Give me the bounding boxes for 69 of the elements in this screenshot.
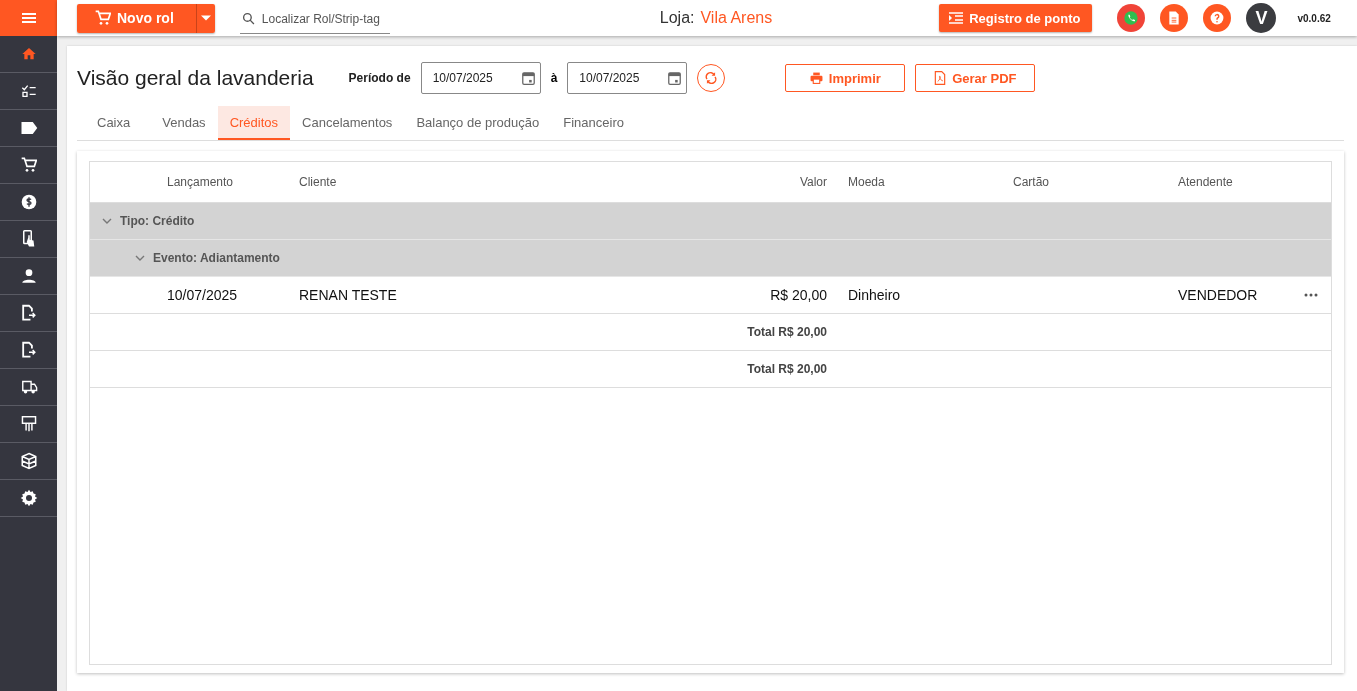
- whatsapp-button[interactable]: [1117, 4, 1146, 32]
- settings-icon: [19, 489, 38, 507]
- checklist-icon: [20, 83, 37, 99]
- column-header: Valor: [798, 175, 827, 189]
- table-cell-text: VENDEDOR: [1178, 287, 1259, 303]
- column-header: Cartão: [1013, 175, 1051, 189]
- group-row[interactable]: Tipo: Crédito: [90, 203, 1331, 240]
- printer-icon: [809, 72, 823, 84]
- dollar-icon: [20, 194, 37, 210]
- start-date-field[interactable]: 10/07/2025: [420, 62, 541, 94]
- tab[interactable]: Financeiro: [551, 106, 636, 140]
- date-separator: à: [550, 71, 558, 85]
- document-export-icon: [20, 304, 37, 322]
- subgroup-row[interactable]: Evento: Adiantamento: [90, 240, 1331, 277]
- pdf-document-icon: [934, 71, 947, 85]
- tag-icon: [19, 120, 38, 136]
- tab[interactable]: Balanço de produção: [404, 106, 552, 140]
- document-icon: [1168, 11, 1181, 25]
- column-header: Cliente: [299, 175, 338, 189]
- pdf-button[interactable]: Gerar PDF: [915, 64, 1036, 92]
- column-header: Atendente: [1178, 175, 1234, 189]
- more-icon: [1303, 293, 1318, 297]
- page-title: Visão geral da lavanderia: [77, 66, 314, 90]
- help-button[interactable]: [1203, 4, 1232, 32]
- table-cell-text: 10/07/2025: [167, 287, 239, 303]
- phone-hand-icon: [21, 230, 36, 248]
- dropdown-button[interactable]: [195, 3, 215, 33]
- total-label: Total R$ 20,00: [746, 362, 827, 376]
- chevron-down-icon: [102, 218, 112, 224]
- person-icon: [20, 268, 37, 284]
- caret-icon: [200, 15, 211, 21]
- end-date-field[interactable]: 10/07/2025: [567, 62, 688, 94]
- store-label: Loja:: [659, 9, 695, 27]
- column-header: Moeda: [847, 175, 886, 189]
- table-cell-text: R$ 20,00: [769, 287, 827, 303]
- document-button[interactable]: [1160, 4, 1189, 32]
- cart-icon: [20, 157, 37, 173]
- menu-icon: [21, 12, 36, 24]
- user-avatar[interactable]: V: [1246, 3, 1277, 33]
- tab[interactable]: Caixa: [77, 106, 151, 140]
- help-icon: [1210, 11, 1225, 25]
- tab[interactable]: Cancelamentos: [290, 106, 405, 140]
- tab[interactable]: Vendas: [150, 106, 218, 140]
- document-export-icon: [20, 341, 37, 359]
- phone-bubble-icon: [1123, 10, 1140, 26]
- subtotal-label: Total R$ 20,00: [746, 325, 827, 339]
- calendar-icon: [521, 71, 535, 85]
- calendar-icon: [668, 71, 682, 85]
- refresh-button[interactable]: [697, 64, 726, 92]
- time-clock-button[interactable]: Registro de ponto: [939, 4, 1093, 32]
- ticket-hand-icon: [20, 415, 37, 433]
- table-cell-text: RENAN TESTE: [299, 287, 398, 303]
- refresh-icon: [704, 71, 719, 85]
- box-icon: [19, 452, 38, 470]
- column-header: Lançamento: [167, 175, 235, 189]
- new-order-button[interactable]: Novo rol: [77, 3, 196, 33]
- list-arrow-icon: [949, 12, 964, 24]
- chevron-down-icon: [135, 255, 145, 261]
- period-label: Período de: [348, 71, 411, 85]
- version-label: v0.0.62: [1297, 12, 1331, 24]
- table-cell-text: Dinheiro: [847, 287, 902, 303]
- cart-icon: [95, 10, 111, 26]
- menu-button[interactable]: [0, 0, 57, 36]
- store-name: Vila Arens: [700, 9, 773, 27]
- print-button[interactable]: Imprimir: [785, 64, 906, 92]
- group-label: Tipo: Crédito: [120, 214, 195, 228]
- subgroup-label: Evento: Adiantamento: [153, 251, 280, 265]
- truck-icon: [19, 379, 38, 395]
- home-icon: [20, 46, 37, 62]
